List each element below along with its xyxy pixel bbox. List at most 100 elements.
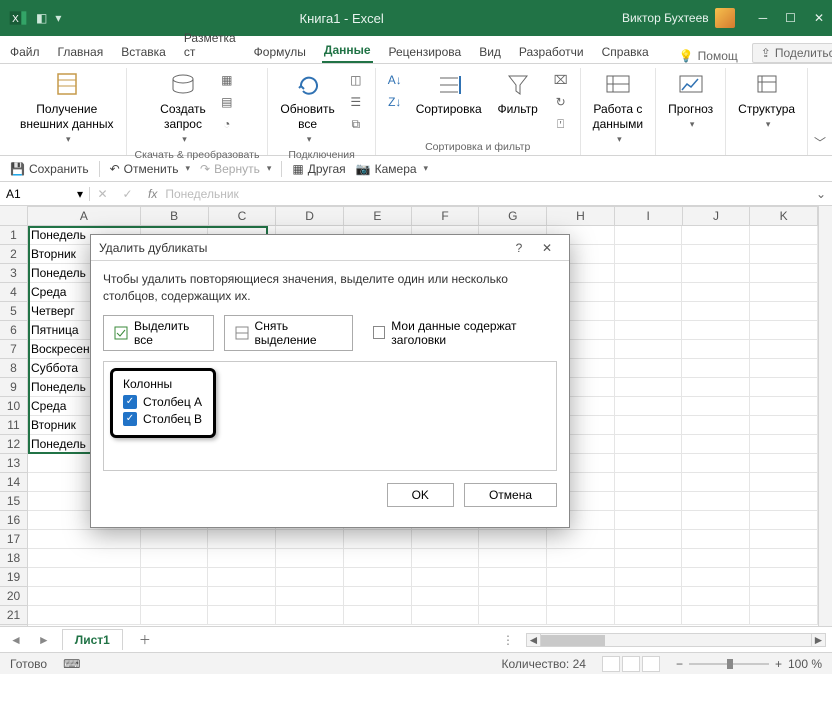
- ok-button[interactable]: OK: [387, 483, 454, 507]
- col-header[interactable]: C: [209, 207, 277, 225]
- cell[interactable]: [750, 606, 818, 625]
- cell[interactable]: [276, 568, 344, 587]
- cell[interactable]: [479, 530, 547, 549]
- cell[interactable]: [750, 302, 818, 321]
- cell[interactable]: [344, 606, 412, 625]
- cell[interactable]: [682, 359, 750, 378]
- cell[interactable]: [615, 568, 683, 587]
- sheet-tab-active[interactable]: Лист1: [62, 629, 123, 650]
- cell[interactable]: [682, 416, 750, 435]
- tab-file[interactable]: Файл: [8, 41, 42, 63]
- cell[interactable]: [141, 530, 209, 549]
- cell[interactable]: [28, 530, 141, 549]
- cell[interactable]: [682, 378, 750, 397]
- cell[interactable]: [682, 245, 750, 264]
- cell[interactable]: [682, 530, 750, 549]
- close-button[interactable]: ✕: [814, 11, 824, 25]
- tab-home[interactable]: Главная: [56, 41, 106, 63]
- tab-insert[interactable]: Вставка: [119, 41, 168, 63]
- cell[interactable]: [28, 606, 141, 625]
- cell[interactable]: [547, 568, 615, 587]
- scroll-right-icon[interactable]: ►: [811, 634, 825, 647]
- redo-button[interactable]: ↷Вернуть: [200, 162, 271, 176]
- cell[interactable]: [750, 568, 818, 587]
- cell[interactable]: [682, 511, 750, 530]
- qat-dropdown-icon[interactable]: ▾: [55, 11, 61, 25]
- advanced-filter-icon[interactable]: ⍞: [550, 114, 572, 134]
- cell[interactable]: [615, 416, 683, 435]
- cell[interactable]: [276, 587, 344, 606]
- cell[interactable]: [208, 568, 276, 587]
- outline-button[interactable]: Структура: [734, 68, 799, 132]
- row-header[interactable]: 1: [0, 226, 27, 245]
- name-box[interactable]: A1 ▾: [0, 187, 90, 201]
- cell[interactable]: [141, 568, 209, 587]
- cancel-button[interactable]: Отмена: [464, 483, 557, 507]
- cell[interactable]: [615, 473, 683, 492]
- cell[interactable]: [750, 397, 818, 416]
- row-header[interactable]: 14: [0, 473, 27, 492]
- cell[interactable]: [682, 397, 750, 416]
- cell[interactable]: [547, 606, 615, 625]
- cell[interactable]: [276, 606, 344, 625]
- dialog-help-button[interactable]: ?: [505, 241, 533, 255]
- col-header[interactable]: A: [28, 207, 141, 225]
- cell[interactable]: [750, 511, 818, 530]
- row-header[interactable]: 7: [0, 340, 27, 359]
- tab-developer[interactable]: Разработчи: [517, 41, 586, 63]
- accessibility-icon[interactable]: ⌨: [63, 657, 80, 671]
- cell[interactable]: [615, 454, 683, 473]
- cell[interactable]: [682, 549, 750, 568]
- vertical-scrollbar[interactable]: [818, 206, 832, 626]
- cell[interactable]: [615, 283, 683, 302]
- cell[interactable]: [750, 416, 818, 435]
- col-header[interactable]: I: [615, 207, 683, 225]
- clear-filter-icon[interactable]: ⌧: [550, 70, 572, 90]
- zoom-control[interactable]: − + 100 %: [676, 657, 822, 671]
- col-header[interactable]: J: [683, 207, 751, 225]
- row-header[interactable]: 18: [0, 549, 27, 568]
- cell[interactable]: [479, 587, 547, 606]
- column-checkbox-b[interactable]: ✓Столбец B: [123, 412, 203, 426]
- col-header[interactable]: K: [750, 207, 818, 225]
- cell[interactable]: [682, 568, 750, 587]
- horizontal-scrollbar[interactable]: ◄ ►: [526, 633, 826, 647]
- cell[interactable]: [682, 587, 750, 606]
- row-header[interactable]: 10: [0, 397, 27, 416]
- cell[interactable]: [208, 606, 276, 625]
- cell[interactable]: [28, 549, 141, 568]
- column-headers[interactable]: A B BCDEFGHIJK: [28, 206, 818, 226]
- formula-input[interactable]: Понедельник: [165, 187, 238, 201]
- row-header[interactable]: 19: [0, 568, 27, 587]
- refresh-all-button[interactable]: Обновить все: [276, 68, 338, 147]
- cell[interactable]: [479, 606, 547, 625]
- cell[interactable]: [412, 530, 480, 549]
- cell[interactable]: [208, 530, 276, 549]
- cell[interactable]: [615, 492, 683, 511]
- cell[interactable]: [682, 492, 750, 511]
- unselect-all-button[interactable]: Снять выделение: [224, 315, 354, 351]
- cell[interactable]: [412, 549, 480, 568]
- headers-checkbox[interactable]: Мои данные содержат заголовки: [373, 319, 557, 347]
- cell[interactable]: [750, 587, 818, 606]
- col-header[interactable]: F: [412, 207, 480, 225]
- row-header[interactable]: 6: [0, 321, 27, 340]
- cell[interactable]: [750, 378, 818, 397]
- tell-me[interactable]: 💡 Помощ: [679, 49, 738, 63]
- cell[interactable]: [750, 283, 818, 302]
- fx-icon[interactable]: fx: [148, 187, 157, 201]
- sort-az-icon[interactable]: A↓: [384, 70, 406, 90]
- zoom-in-icon[interactable]: +: [775, 657, 782, 671]
- tab-review[interactable]: Рецензирова: [387, 41, 464, 63]
- row-header[interactable]: 13: [0, 454, 27, 473]
- cell[interactable]: [750, 473, 818, 492]
- cell[interactable]: [344, 568, 412, 587]
- cell[interactable]: [750, 549, 818, 568]
- row-header[interactable]: 5: [0, 302, 27, 321]
- cell[interactable]: [682, 264, 750, 283]
- minimize-button[interactable]: ─: [759, 11, 768, 25]
- properties-icon[interactable]: ☰: [345, 92, 367, 112]
- cell[interactable]: [547, 530, 615, 549]
- expand-formula-bar-icon[interactable]: ⌄: [810, 187, 832, 201]
- cell[interactable]: [682, 454, 750, 473]
